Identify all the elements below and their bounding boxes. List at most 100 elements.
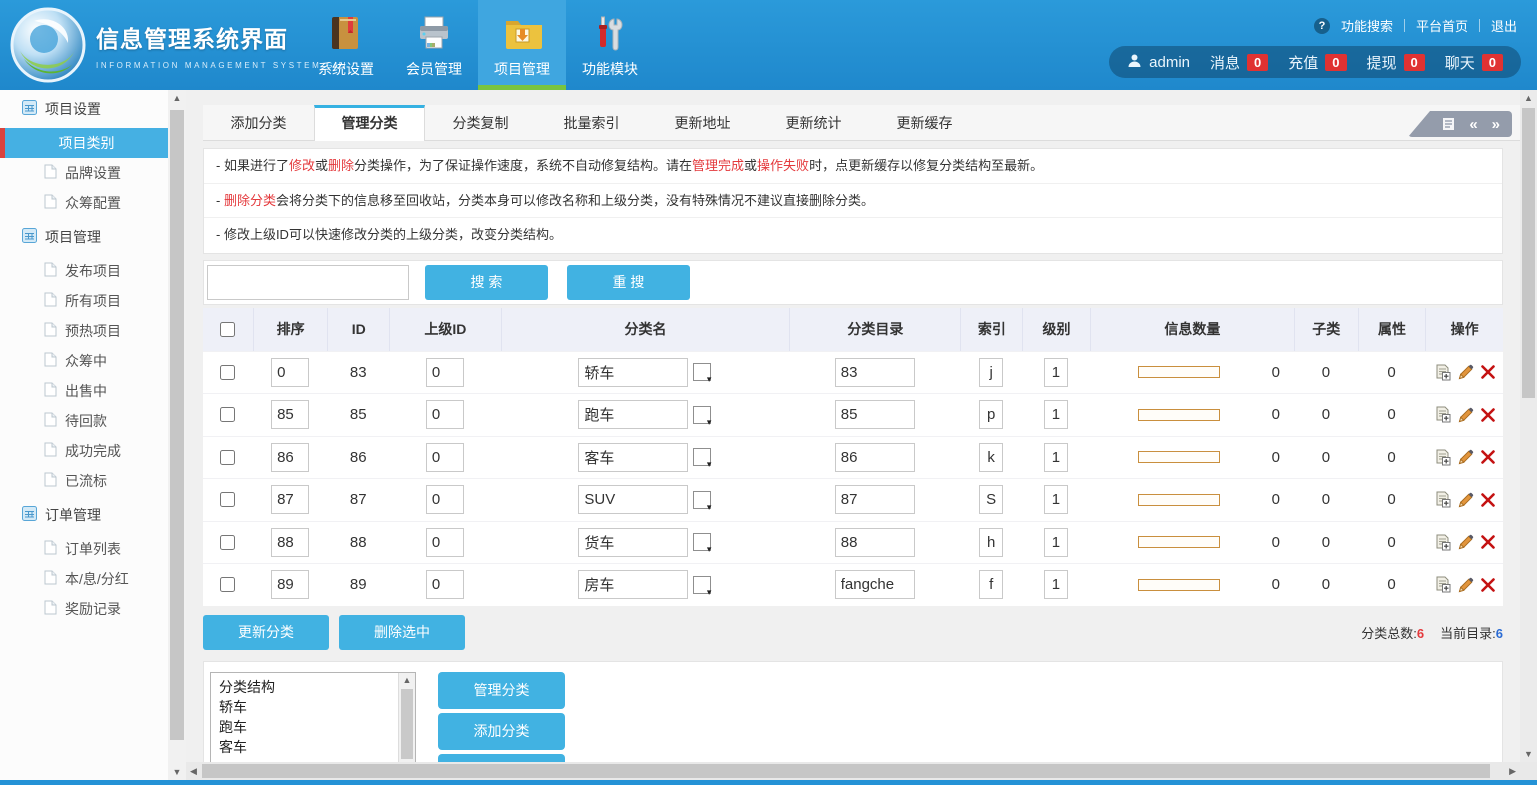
level-input[interactable]: [1044, 358, 1068, 387]
update-categories-button[interactable]: 更新分类: [203, 615, 329, 650]
category-dir-input[interactable]: [835, 358, 915, 387]
scroll-right-icon[interactable]: ▶: [1509, 762, 1516, 780]
page-icon[interactable]: [1442, 117, 1455, 131]
sidebar-item-所有项目[interactable]: 所有项目: [0, 286, 168, 316]
sort-input[interactable]: [271, 485, 309, 514]
search-button[interactable]: 搜 索: [425, 265, 548, 300]
sidebar-item-成功完成[interactable]: 成功完成: [0, 436, 168, 466]
list-item-轿车[interactable]: 轿车: [219, 697, 393, 717]
edit-pencil-icon[interactable]: [1458, 577, 1474, 593]
sidebar-item-已流标[interactable]: 已流标: [0, 466, 168, 496]
structure-button-1[interactable]: 管理分类: [438, 672, 565, 709]
tab-更新统计[interactable]: 更新统计: [758, 105, 869, 140]
category-picker-icon[interactable]: [693, 448, 711, 466]
category-dir-input[interactable]: [835, 570, 915, 599]
parent-id-input[interactable]: [426, 485, 464, 514]
listbox-scroll-thumb[interactable]: [401, 689, 413, 759]
delete-x-icon[interactable]: [1481, 408, 1495, 422]
category-name-input[interactable]: [578, 528, 688, 557]
delete-x-icon[interactable]: [1481, 450, 1495, 464]
sort-input[interactable]: [271, 358, 309, 387]
counter-badge-3[interactable]: 0: [1404, 54, 1425, 71]
tab-分类复制[interactable]: 分类复制: [425, 105, 536, 140]
sidebar-item-众筹中[interactable]: 众筹中: [0, 346, 168, 376]
collapse-left-icon[interactable]: «: [1469, 117, 1477, 132]
vertical-scrollbar[interactable]: ▲ ▼: [1520, 90, 1537, 762]
category-name-input[interactable]: [578, 570, 688, 599]
sidebar-scroll-thumb[interactable]: [170, 110, 184, 740]
category-picker-icon[interactable]: [693, 406, 711, 424]
sidebar-item-众筹配置[interactable]: 众筹配置: [0, 188, 168, 218]
edit-pencil-icon[interactable]: [1458, 534, 1474, 550]
row-checkbox[interactable]: [220, 492, 235, 507]
collapse-right-icon[interactable]: »: [1492, 117, 1500, 132]
listbox-scrollbar[interactable]: ▲: [398, 673, 415, 763]
tab-批量索引[interactable]: 批量索引: [536, 105, 647, 140]
nav-item-2[interactable]: 会员管理: [390, 0, 478, 90]
scroll-up-icon[interactable]: ▲: [168, 93, 186, 103]
sort-input[interactable]: [271, 400, 309, 429]
counter-badge-4[interactable]: 0: [1482, 54, 1503, 71]
category-picker-icon[interactable]: [693, 533, 711, 551]
row-checkbox[interactable]: [220, 450, 235, 465]
sidebar-scrollbar[interactable]: ▲ ▼: [168, 90, 186, 780]
index-input[interactable]: [979, 358, 1003, 387]
row-checkbox[interactable]: [220, 407, 235, 422]
list-item-跑车[interactable]: 跑车: [219, 717, 393, 737]
sort-input[interactable]: [271, 443, 309, 472]
quick-link-2[interactable]: 平台首页: [1416, 16, 1468, 35]
scroll-up-icon[interactable]: ▲: [399, 675, 415, 685]
parent-id-input[interactable]: [426, 570, 464, 599]
counter-badge-2[interactable]: 0: [1325, 54, 1346, 71]
level-input[interactable]: [1044, 528, 1068, 557]
copy-doc-icon[interactable]: [1434, 406, 1451, 423]
tab-更新缓存[interactable]: 更新缓存: [869, 105, 980, 140]
scroll-up-icon[interactable]: ▲: [1520, 93, 1537, 103]
category-picker-icon[interactable]: [693, 576, 711, 594]
vertical-scroll-thumb[interactable]: [1522, 108, 1535, 398]
copy-doc-icon[interactable]: [1434, 449, 1451, 466]
category-name-input[interactable]: [578, 358, 688, 387]
index-input[interactable]: [979, 528, 1003, 557]
edit-pencil-icon[interactable]: [1458, 492, 1474, 508]
sidebar-section-2[interactable]: 项目管理: [0, 218, 168, 256]
select-all-checkbox[interactable]: [220, 322, 235, 337]
index-input[interactable]: [979, 400, 1003, 429]
category-dir-input[interactable]: [835, 485, 915, 514]
category-picker-icon[interactable]: [693, 491, 711, 509]
delete-x-icon[interactable]: [1481, 365, 1495, 379]
nav-item-1[interactable]: 系统设置: [302, 0, 390, 90]
research-button[interactable]: 重 搜: [567, 265, 690, 300]
nav-item-4[interactable]: 功能模块: [566, 0, 654, 90]
edit-pencil-icon[interactable]: [1458, 407, 1474, 423]
level-input[interactable]: [1044, 400, 1068, 429]
scroll-down-icon[interactable]: ▼: [1520, 749, 1537, 759]
counter-label-3[interactable]: 提现: [1367, 52, 1397, 73]
search-input[interactable]: [207, 265, 409, 300]
sidebar-item-品牌设置[interactable]: 品牌设置: [0, 158, 168, 188]
sort-input[interactable]: [271, 570, 309, 599]
parent-id-input[interactable]: [426, 528, 464, 557]
edit-pencil-icon[interactable]: [1458, 364, 1474, 380]
level-input[interactable]: [1044, 485, 1068, 514]
sidebar-item-发布项目[interactable]: 发布项目: [0, 256, 168, 286]
sort-input[interactable]: [271, 528, 309, 557]
scroll-down-icon[interactable]: ▼: [168, 767, 186, 777]
sidebar-item-本/息/分红[interactable]: 本/息/分红: [0, 564, 168, 594]
parent-id-input[interactable]: [426, 443, 464, 472]
copy-doc-icon[interactable]: [1434, 576, 1451, 593]
index-input[interactable]: [979, 443, 1003, 472]
horizontal-scrollbar[interactable]: ◀ ▶: [186, 762, 1520, 780]
copy-doc-icon[interactable]: [1434, 534, 1451, 551]
category-dir-input[interactable]: [835, 528, 915, 557]
nav-item-3[interactable]: 项目管理: [478, 0, 566, 90]
sidebar-item-出售中[interactable]: 出售中: [0, 376, 168, 406]
edit-pencil-icon[interactable]: [1458, 449, 1474, 465]
delete-x-icon[interactable]: [1481, 578, 1495, 592]
tab-管理分类[interactable]: 管理分类: [314, 105, 425, 141]
category-picker-icon[interactable]: [693, 363, 711, 381]
category-name-input[interactable]: [578, 485, 688, 514]
counter-label-1[interactable]: 消息: [1210, 52, 1240, 73]
quick-link-3[interactable]: 退出: [1491, 16, 1517, 35]
delete-x-icon[interactable]: [1481, 535, 1495, 549]
